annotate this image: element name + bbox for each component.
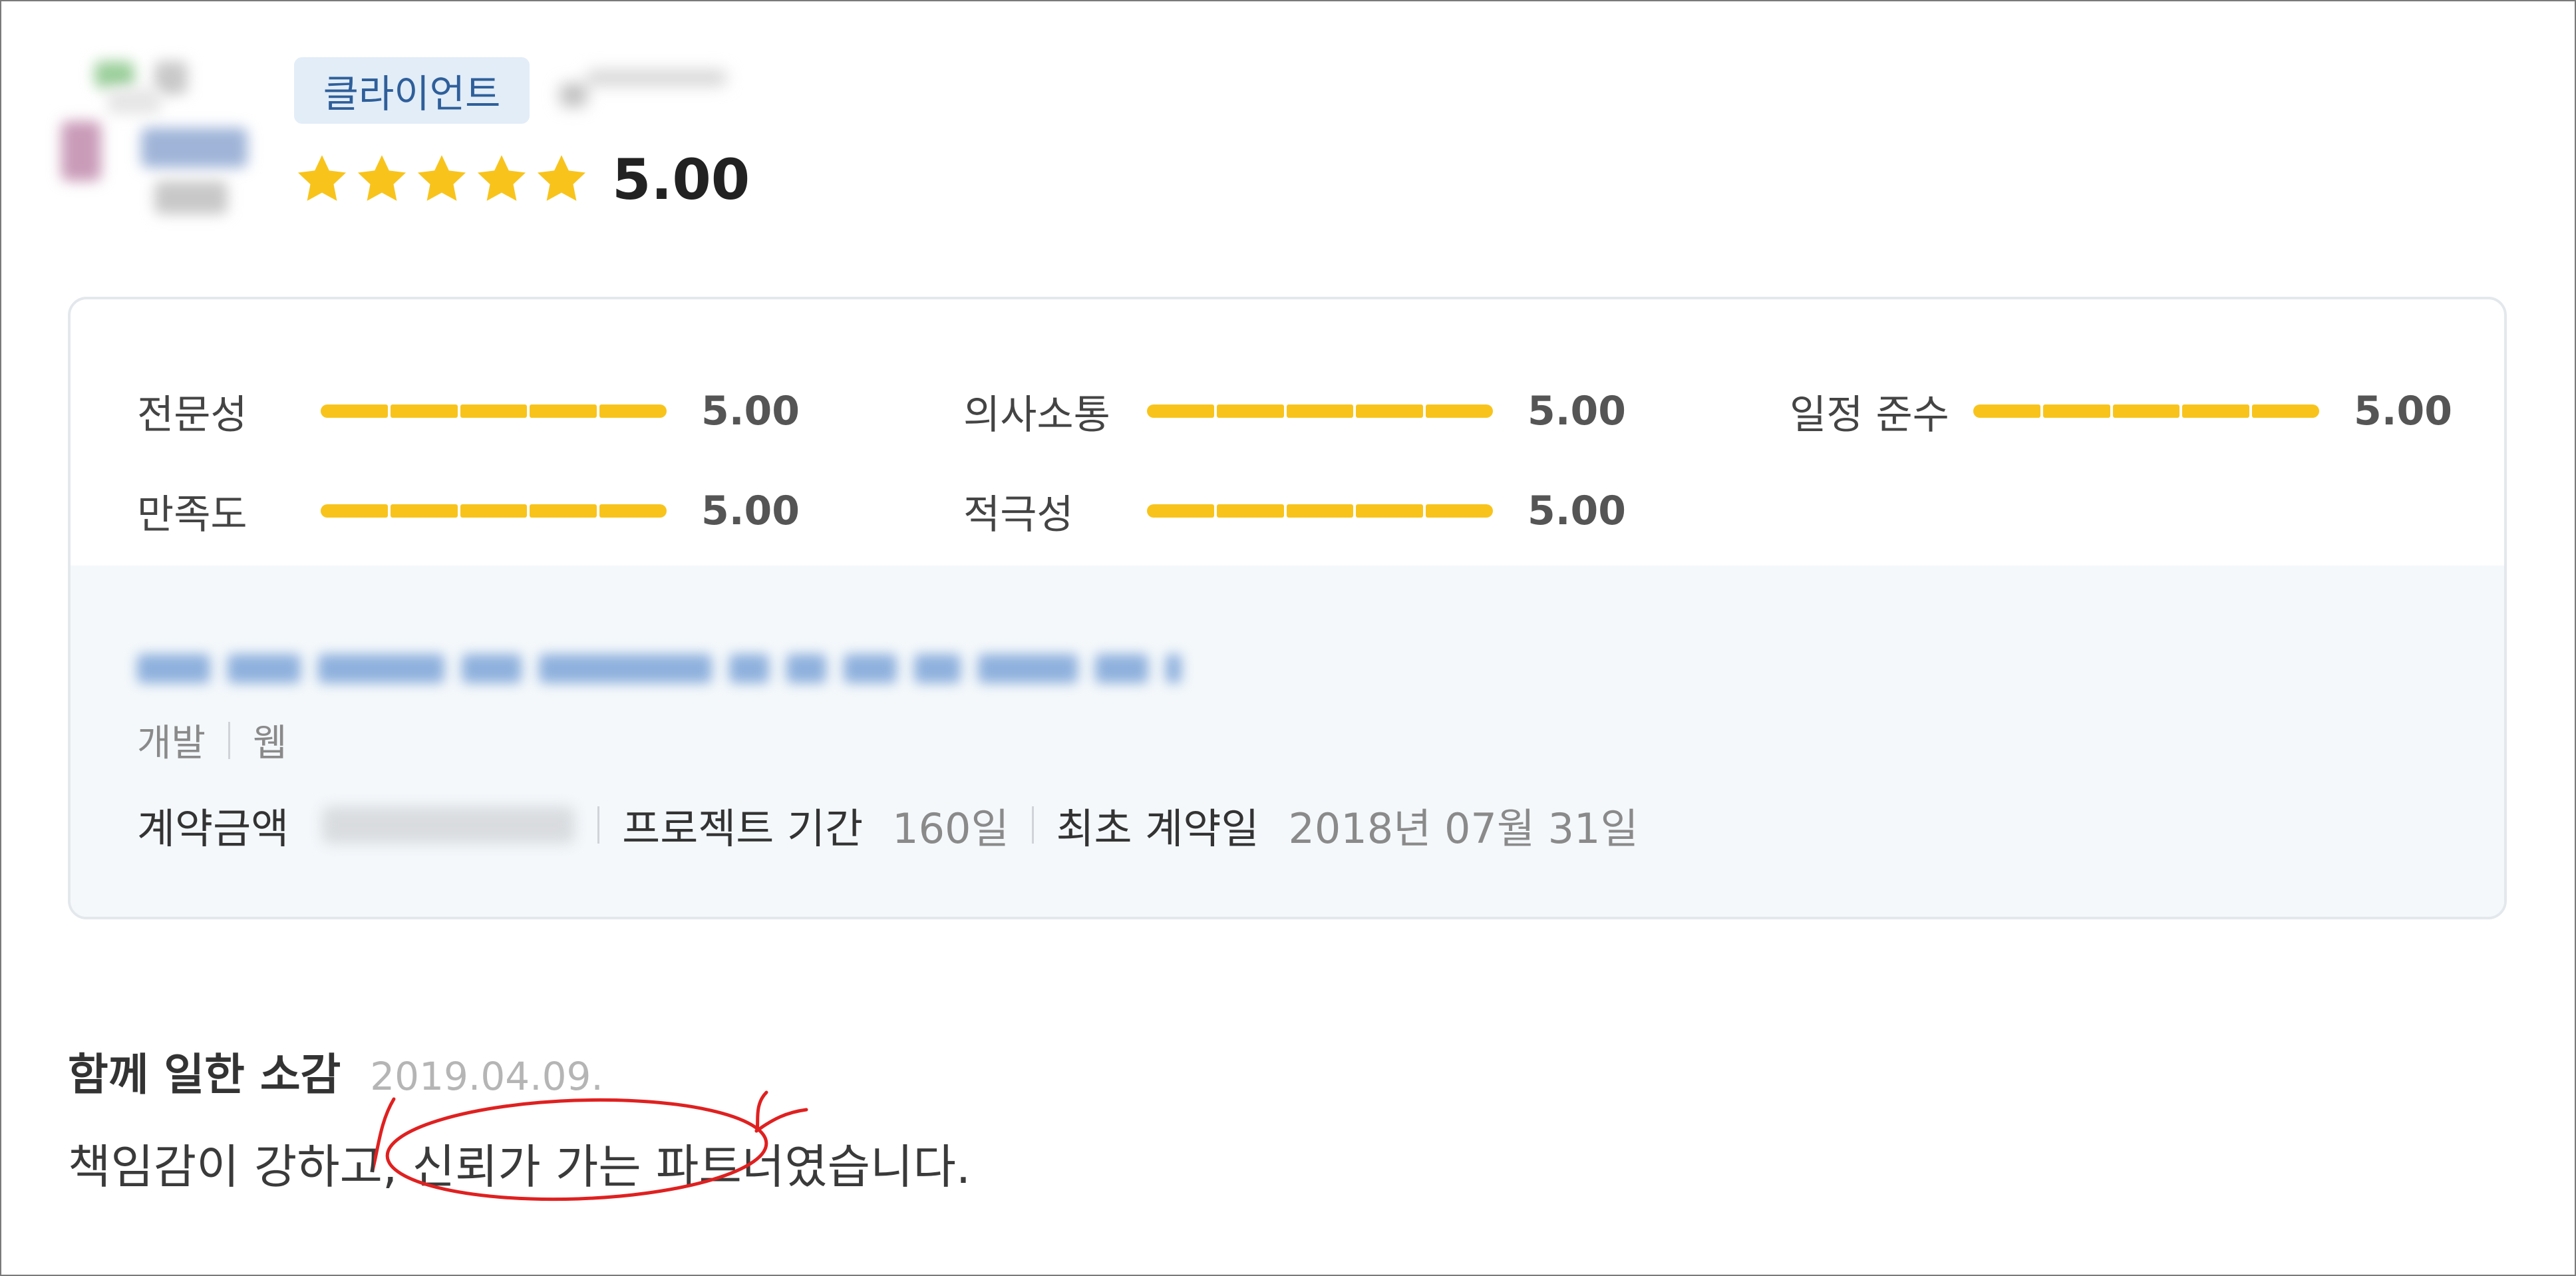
star-icon	[477, 155, 526, 201]
star-rating	[294, 149, 593, 209]
score-item-schedule: 일정 준수 5.00	[1790, 385, 2452, 438]
client-name-redacted	[554, 64, 733, 110]
client-avatar	[55, 48, 254, 228]
star-icon	[537, 155, 586, 201]
score-item-proactiveness: 적극성 5.00	[963, 484, 1626, 538]
score-card: 전문성 5.00 의사소통 5.00 일정 준수 5.00 만족도 5.00 적…	[68, 297, 2507, 919]
divider	[228, 721, 231, 759]
star-icon	[357, 155, 406, 201]
score-bar	[321, 504, 667, 518]
divider	[597, 806, 600, 844]
score-label: 전문성	[137, 391, 247, 438]
contract-amount-label: 계약금액	[137, 804, 289, 853]
divider	[1031, 806, 1034, 844]
client-badge: 클라이언트	[294, 57, 530, 124]
score-value: 5.00	[2354, 388, 2453, 434]
project-tags: 개발 웹	[137, 713, 287, 767]
score-value: 5.00	[1528, 388, 1627, 434]
star-icon	[297, 155, 347, 201]
score-value: 5.00	[701, 388, 800, 434]
score-label: 의사소통	[963, 391, 1110, 438]
project-subcategory: 웹	[253, 722, 287, 765]
rating-total: 5.00	[612, 147, 750, 212]
duration-value: 160일	[892, 804, 1009, 853]
contract-info: 계약금액 프로젝트 기간 160일 최초 계약일 2018년 07월 31일	[137, 798, 1639, 853]
project-category: 개발	[137, 722, 206, 765]
first-contract-label: 최초 계약일	[1056, 804, 1259, 853]
score-grid: 전문성 5.00 의사소통 5.00 일정 준수 5.00 만족도 5.00 적…	[71, 299, 2504, 565]
review-card-frame: 클라이언트 5.00 전문성 5.00 의사소통 5.00 일정 준수 5.00…	[0, 0, 2576, 1276]
contract-amount-redacted	[322, 806, 575, 844]
project-info-panel: 개발 웹 계약금액 프로젝트 기간 160일 최초 계약일 2018년 07월 …	[71, 565, 2504, 917]
score-bar	[321, 404, 667, 418]
review-title: 함께 일한 소감	[68, 1049, 341, 1100]
score-label: 일정 준수	[1790, 391, 1949, 438]
score-item-satisfaction: 만족도 5.00	[137, 484, 800, 538]
score-value: 5.00	[701, 488, 800, 534]
score-bar	[1973, 404, 2319, 418]
score-label: 만족도	[137, 491, 247, 538]
score-value: 5.00	[1528, 488, 1627, 534]
score-item-communication: 의사소통 5.00	[963, 385, 1626, 438]
duration-label: 프로젝트 기간	[622, 804, 864, 853]
star-icon	[417, 155, 466, 201]
red-circle-annotation	[374, 1090, 808, 1201]
project-title-redacted[interactable]	[137, 645, 1401, 692]
score-bar	[1147, 404, 1493, 418]
score-bar	[1147, 504, 1493, 518]
score-item-expertise: 전문성 5.00	[137, 385, 800, 438]
score-label: 적극성	[963, 491, 1074, 538]
first-contract-value: 2018년 07월 31일	[1288, 804, 1639, 853]
